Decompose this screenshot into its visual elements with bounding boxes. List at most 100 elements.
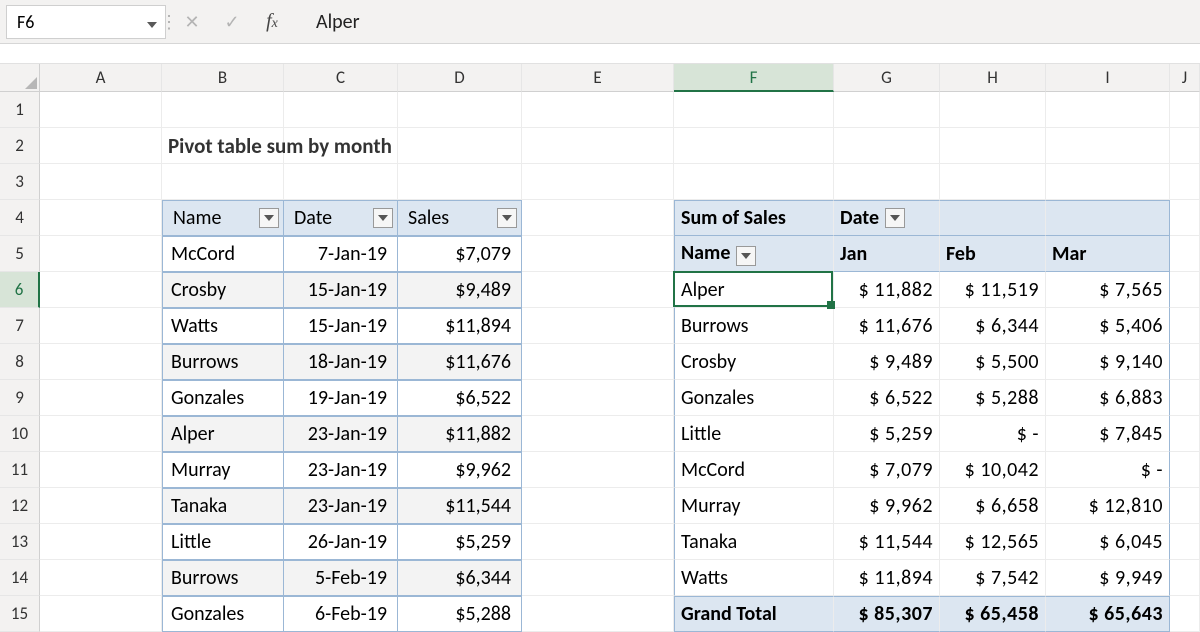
cell-C1[interactable] xyxy=(284,92,398,128)
cell-A2[interactable] xyxy=(40,128,162,164)
cell-G13[interactable]: $ 11,544 xyxy=(834,524,940,560)
cell-A4[interactable] xyxy=(40,200,162,236)
cell-B3[interactable] xyxy=(162,164,284,200)
cell-I2[interactable] xyxy=(1046,128,1170,164)
row-header-14[interactable]: 14 xyxy=(0,560,40,596)
cell-B4[interactable]: Name xyxy=(162,200,284,236)
cell-E12[interactable] xyxy=(522,488,674,524)
cell-D8[interactable]: $11,676 xyxy=(398,344,522,380)
cell-J11[interactable] xyxy=(1170,452,1200,488)
cell-H9[interactable]: $ 5,288 xyxy=(940,380,1046,416)
row-header-8[interactable]: 8 xyxy=(0,344,40,380)
cell-H5[interactable]: Feb xyxy=(940,236,1046,272)
insert-function-button[interactable]: fx xyxy=(252,0,292,44)
cell-J4[interactable] xyxy=(1170,200,1200,236)
cell-I4[interactable] xyxy=(1046,200,1170,236)
cell-J7[interactable] xyxy=(1170,308,1200,344)
cell-C15[interactable]: 6-Feb-19 xyxy=(284,596,398,632)
cell-E14[interactable] xyxy=(522,560,674,596)
cell-G6[interactable]: $ 11,882 xyxy=(834,272,940,308)
cell-J3[interactable] xyxy=(1170,164,1200,200)
cell-E15[interactable] xyxy=(522,596,674,632)
cell-C7[interactable]: 15-Jan-19 xyxy=(284,308,398,344)
row-header-11[interactable]: 11 xyxy=(0,452,40,488)
cell-D5[interactable]: $7,079 xyxy=(398,236,522,272)
cell-G15[interactable]: $ 85,307 xyxy=(834,596,940,632)
cell-C6[interactable]: 15-Jan-19 xyxy=(284,272,398,308)
column-header-J[interactable]: J xyxy=(1170,64,1200,92)
cell-I5[interactable]: Mar xyxy=(1046,236,1170,272)
select-all-corner[interactable] xyxy=(0,64,40,92)
cell-G4[interactable]: Date xyxy=(834,200,940,236)
cell-H8[interactable]: $ 5,500 xyxy=(940,344,1046,380)
cell-E8[interactable] xyxy=(522,344,674,380)
column-header-B[interactable]: B xyxy=(162,64,284,92)
cell-B11[interactable]: Murray xyxy=(162,452,284,488)
row-header-6[interactable]: 6 xyxy=(0,272,40,308)
cell-C11[interactable]: 23-Jan-19 xyxy=(284,452,398,488)
filter-name[interactable] xyxy=(259,208,279,228)
cell-H15[interactable]: $ 65,458 xyxy=(940,596,1046,632)
cell-H14[interactable]: $ 7,542 xyxy=(940,560,1046,596)
cell-F2[interactable] xyxy=(674,128,834,164)
filter-sales[interactable] xyxy=(497,208,517,228)
row-header-3[interactable]: 3 xyxy=(0,164,40,200)
cell-D7[interactable]: $11,894 xyxy=(398,308,522,344)
cell-I13[interactable]: $ 6,045 xyxy=(1046,524,1170,560)
filter-date[interactable] xyxy=(373,208,393,228)
cell-A15[interactable] xyxy=(40,596,162,632)
cell-B15[interactable]: Gonzales xyxy=(162,596,284,632)
cell-I9[interactable]: $ 6,883 xyxy=(1046,380,1170,416)
cell-A9[interactable] xyxy=(40,380,162,416)
cell-G9[interactable]: $ 6,522 xyxy=(834,380,940,416)
cell-J9[interactable] xyxy=(1170,380,1200,416)
cell-F6[interactable]: Alper xyxy=(674,272,834,308)
row-header-12[interactable]: 12 xyxy=(0,488,40,524)
pivot-filter-date[interactable] xyxy=(885,208,905,228)
cell-A6[interactable] xyxy=(40,272,162,308)
cell-E10[interactable] xyxy=(522,416,674,452)
row-header-15[interactable]: 15 xyxy=(0,596,40,632)
cell-D11[interactable]: $9,962 xyxy=(398,452,522,488)
cell-G3[interactable] xyxy=(834,164,940,200)
row-header-5[interactable]: 5 xyxy=(0,236,40,272)
cell-F8[interactable]: Crosby xyxy=(674,344,834,380)
cell-I14[interactable]: $ 9,949 xyxy=(1046,560,1170,596)
cell-J1[interactable] xyxy=(1170,92,1200,128)
cell-J6[interactable] xyxy=(1170,272,1200,308)
cell-G7[interactable]: $ 11,676 xyxy=(834,308,940,344)
cell-E13[interactable] xyxy=(522,524,674,560)
cell-F1[interactable] xyxy=(674,92,834,128)
cell-G5[interactable]: Jan xyxy=(834,236,940,272)
cell-I1[interactable] xyxy=(1046,92,1170,128)
cell-D2[interactable] xyxy=(398,128,522,164)
cell-D6[interactable]: $9,489 xyxy=(398,272,522,308)
cell-C12[interactable]: 23-Jan-19 xyxy=(284,488,398,524)
cell-F4[interactable]: Sum of Sales xyxy=(674,200,834,236)
column-header-D[interactable]: D xyxy=(398,64,522,92)
column-header-I[interactable]: I xyxy=(1046,64,1170,92)
cell-D13[interactable]: $5,259 xyxy=(398,524,522,560)
cell-H13[interactable]: $ 12,565 xyxy=(940,524,1046,560)
row-header-7[interactable]: 7 xyxy=(0,308,40,344)
cell-G12[interactable]: $ 9,962 xyxy=(834,488,940,524)
cell-F13[interactable]: Tanaka xyxy=(674,524,834,560)
cell-C10[interactable]: 23-Jan-19 xyxy=(284,416,398,452)
cell-B8[interactable]: Burrows xyxy=(162,344,284,380)
cell-F7[interactable]: Burrows xyxy=(674,308,834,344)
column-header-E[interactable]: E xyxy=(522,64,674,92)
cell-I3[interactable] xyxy=(1046,164,1170,200)
cell-C3[interactable] xyxy=(284,164,398,200)
cell-E11[interactable] xyxy=(522,452,674,488)
row-header-9[interactable]: 9 xyxy=(0,380,40,416)
cell-B14[interactable]: Burrows xyxy=(162,560,284,596)
cell-I11[interactable]: $ - xyxy=(1046,452,1170,488)
cell-H10[interactable]: $ - xyxy=(940,416,1046,452)
formula-input[interactable]: Alper xyxy=(292,0,1200,44)
cell-C8[interactable]: 18-Jan-19 xyxy=(284,344,398,380)
column-header-G[interactable]: G xyxy=(834,64,940,92)
cell-A5[interactable] xyxy=(40,236,162,272)
name-box[interactable]: F6 xyxy=(6,5,166,39)
cell-E9[interactable] xyxy=(522,380,674,416)
cell-A12[interactable] xyxy=(40,488,162,524)
